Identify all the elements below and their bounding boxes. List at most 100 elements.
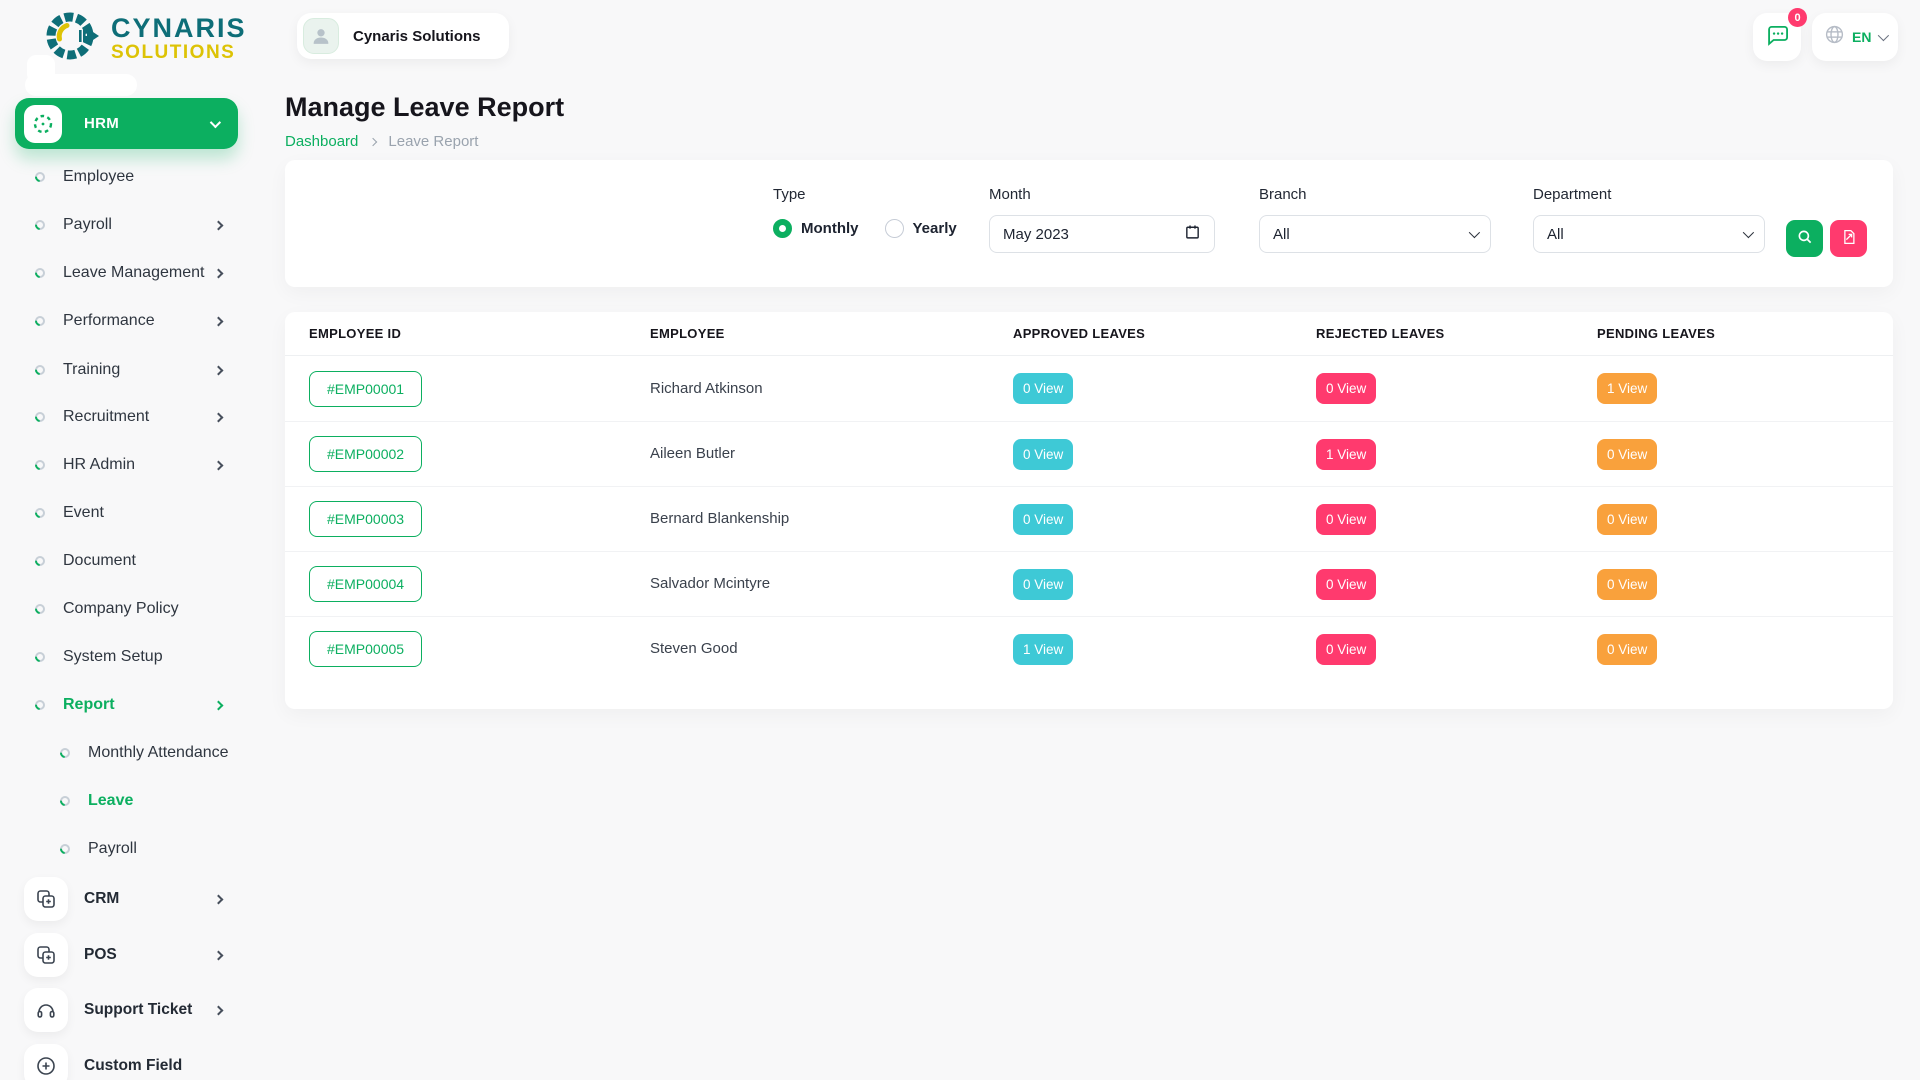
sidebar-item-leave[interactable]: Leave [0,786,258,816]
employee-name: Richard Atkinson [650,380,763,397]
department-filter-group: Department All [1533,186,1765,253]
chevron-right-icon [214,1005,224,1015]
bullet-dot-icon [35,172,45,182]
chevron-right-icon [369,137,377,145]
radio-selected-icon [773,219,792,238]
company-selector[interactable]: Cynaris Solutions [297,13,509,59]
radio-yearly[interactable]: Yearly [885,219,957,238]
sidebar-item-payroll[interactable]: Payroll [0,210,258,240]
sidebar-module-support-ticket[interactable]: Support Ticket [0,986,258,1034]
sidebar-item-document[interactable]: Document [0,546,258,576]
rejected-leaves-badge[interactable]: 0 View [1316,634,1376,665]
employee-name: Steven Good [650,640,738,657]
approved-leaves-badge[interactable]: 0 View [1013,439,1073,470]
month-label: Month [989,186,1215,203]
approved-leaves-badge[interactable]: 1 View [1013,634,1073,665]
chevron-right-icon [214,268,224,278]
sidebar-item-system-setup[interactable]: System Setup [0,642,258,672]
sidebar-item-leave-management[interactable]: Leave Management [0,258,258,288]
breadcrumb: Dashboard Leave Report [285,133,478,150]
plus-circle-icon [24,1044,68,1080]
sidebar-item-hr-admin[interactable]: HR Admin [0,450,258,480]
bullet-dot-icon [35,700,45,710]
sidebar-module-pos[interactable]: POS [0,931,258,979]
notifications-button[interactable]: 0 [1753,13,1801,61]
rejected-leaves-badge[interactable]: 0 View [1316,373,1376,404]
department-label: Department [1533,186,1765,203]
breadcrumb-dashboard-link[interactable]: Dashboard [285,133,358,150]
sidebar-item-performance[interactable]: Performance [0,306,258,336]
employee-id-button[interactable]: #EMP00002 [309,436,422,472]
chevron-down-icon [1878,30,1889,41]
employee-id-button[interactable]: #EMP00005 [309,631,422,667]
bullet-dot-icon [35,508,45,518]
sidebar-scroll-remnant-2 [25,74,137,96]
bullet-dot-icon [35,365,45,375]
branch-filter-group: Branch All [1259,186,1491,253]
rejected-leaves-badge[interactable]: 0 View [1316,569,1376,600]
sidebar-item-recruitment[interactable]: Recruitment [0,402,258,432]
radio-unselected-icon [885,219,904,238]
table-row: #EMP00005 Steven Good 1 View 0 View 0 Vi… [285,616,1893,681]
branch-label: Branch [1259,186,1491,203]
table-row: #EMP00003 Bernard Blankenship 0 View 0 V… [285,486,1893,551]
sidebar-item-company-policy[interactable]: Company Policy [0,594,258,624]
employee-id-button[interactable]: #EMP00003 [309,501,422,537]
export-button[interactable] [1830,220,1867,257]
month-filter-group: Month May 2023 [989,186,1215,253]
chat-bubble-icon [1764,22,1790,53]
sidebar-module-crm[interactable]: CRM [0,875,258,923]
chevron-down-icon [1469,227,1480,238]
pending-leaves-badge[interactable]: 0 View [1597,504,1657,535]
chevron-right-icon [214,700,224,710]
page-title: Manage Leave Report [285,92,564,123]
sidebar-item-report[interactable]: Report [0,690,258,720]
file-export-icon [1840,228,1858,249]
table-row: #EMP00004 Salvador Mcintyre 0 View 0 Vie… [285,551,1893,616]
overlapping-squares-icon [24,877,68,921]
pending-leaves-badge[interactable]: 1 View [1597,373,1657,404]
company-name: Cynaris Solutions [353,28,481,45]
user-avatar-icon [303,18,339,54]
bullet-dot-icon [35,316,45,326]
sidebar-module-custom-field[interactable]: Custom Field [0,1042,258,1080]
notification-count-badge: 0 [1788,8,1807,27]
language-code: EN [1852,29,1871,45]
chevron-right-icon [214,412,224,422]
approved-leaves-badge[interactable]: 0 View [1013,569,1073,600]
branch-select[interactable]: All [1259,215,1491,253]
sidebar-item-training[interactable]: Training [0,355,258,385]
rejected-leaves-badge[interactable]: 1 View [1316,439,1376,470]
sidebar-item-event[interactable]: Event [0,498,258,528]
employee-id-button[interactable]: #EMP00004 [309,566,422,602]
radio-monthly[interactable]: Monthly [773,219,859,238]
headset-icon [24,988,68,1032]
sidebar-item-employee[interactable]: Employee [0,162,258,192]
approved-leaves-badge[interactable]: 0 View [1013,504,1073,535]
bullet-dot-icon [35,556,45,566]
bullet-dot-icon [35,220,45,230]
language-selector[interactable]: EN [1812,13,1898,61]
column-header-employee-id: Employee ID [285,326,626,341]
sidebar-item-monthly-attendance[interactable]: Monthly Attendance [0,738,258,768]
calendar-icon[interactable] [1184,223,1201,245]
month-input[interactable]: May 2023 [989,215,1215,253]
pending-leaves-badge[interactable]: 0 View [1597,439,1657,470]
chevron-down-icon [210,116,221,127]
sidebar-item-report-payroll[interactable]: Payroll [0,834,258,864]
department-select[interactable]: All [1533,215,1765,253]
employee-id-button[interactable]: #EMP00001 [309,371,422,407]
pending-leaves-badge[interactable]: 0 View [1597,634,1657,665]
brand-name-bottom: SOLUTIONS [111,43,247,63]
sidebar-module-hrm[interactable]: HRM [15,98,238,149]
pending-leaves-badge[interactable]: 0 View [1597,569,1657,600]
leave-report-table: Employee ID Employee Approved Leaves Rej… [285,312,1893,709]
column-header-approved-leaves: Approved Leaves [989,326,1292,341]
breadcrumb-current: Leave Report [388,133,478,150]
employee-name: Bernard Blankenship [650,510,789,527]
rejected-leaves-badge[interactable]: 0 View [1316,504,1376,535]
chevron-right-icon [214,950,224,960]
approved-leaves-badge[interactable]: 0 View [1013,373,1073,404]
search-button[interactable] [1786,220,1823,257]
bullet-dot-icon [35,652,45,662]
